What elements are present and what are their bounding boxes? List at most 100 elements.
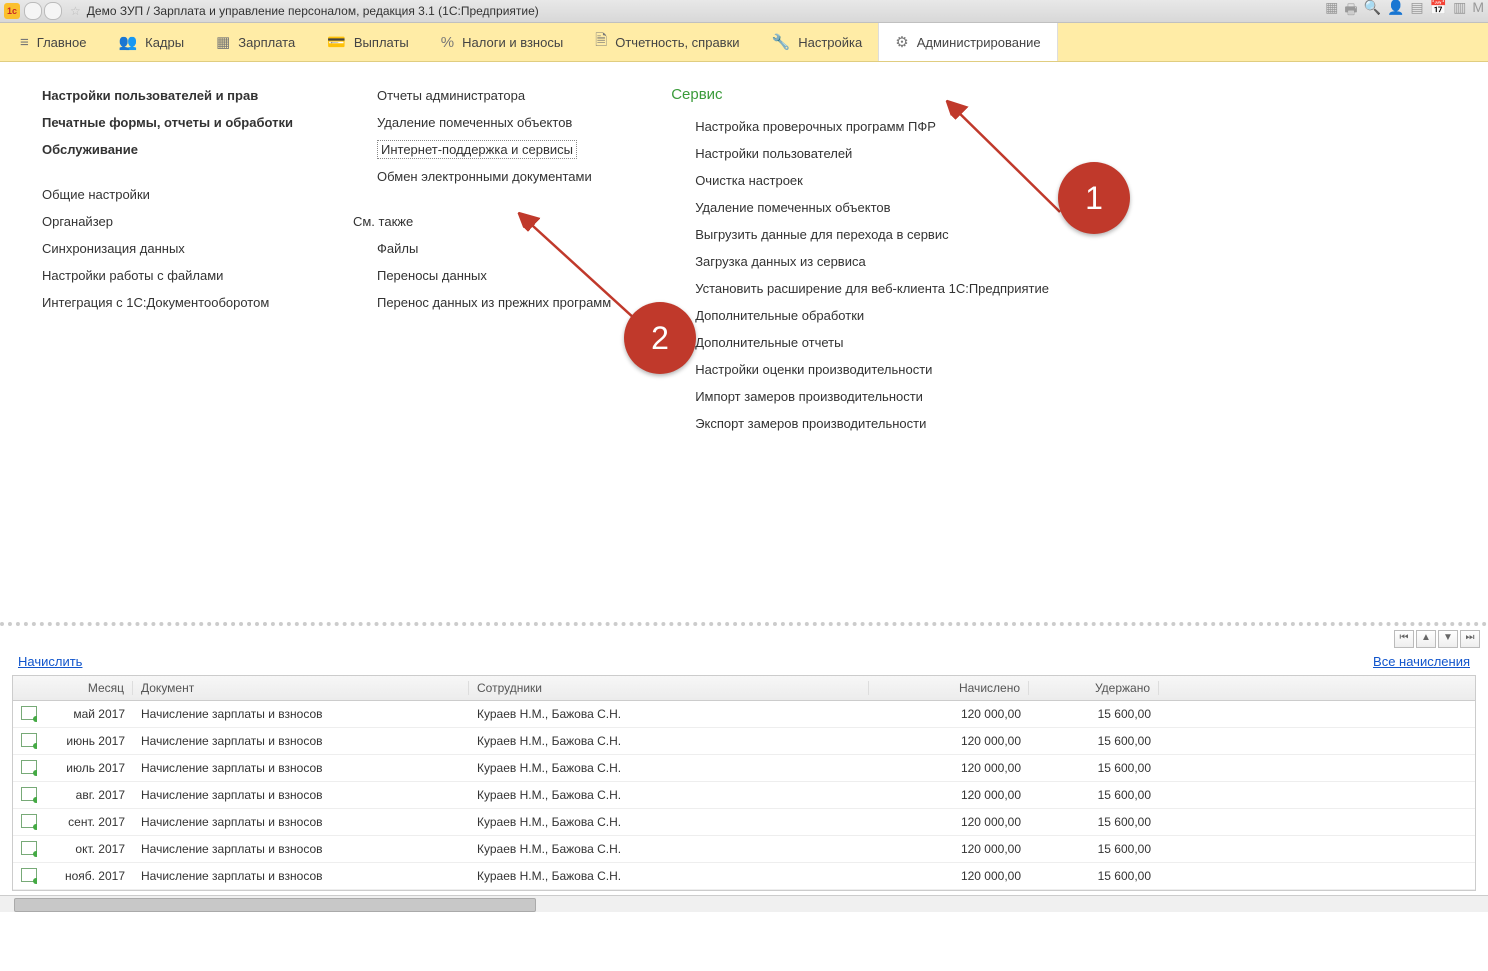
menu-admin[interactable]: ⚙Администрирование: [878, 23, 1057, 61]
wallet-icon: 💳: [327, 33, 346, 51]
cell-acc: 120 000,00: [869, 734, 1029, 748]
print-icon[interactable]: 🖶: [1344, 0, 1357, 23]
nav-back-button[interactable]: [24, 2, 42, 20]
accrue-link[interactable]: Начислить: [18, 654, 82, 669]
link-add-rep[interactable]: Дополнительные отчеты: [671, 333, 1049, 352]
cell-doc: Начисление зарплаты и взносов: [133, 842, 469, 856]
col-emp[interactable]: Сотрудники: [469, 681, 869, 695]
cell-emp: Кураев Н.М., Бажова С.Н.: [469, 734, 869, 748]
wrench-icon: 🔧: [772, 33, 791, 51]
cell-month: авг. 2017: [37, 788, 133, 802]
calc-icon[interactable]: ▤: [1410, 0, 1423, 23]
bottom-panel: ⏮ ▲ ▼ ⏭ Начислить Все начисления Месяц Д…: [0, 626, 1488, 912]
table-row[interactable]: июль 2017Начисление зарплаты и взносовКу…: [13, 755, 1475, 782]
posted-icon: [21, 733, 37, 747]
posted-icon: [21, 868, 37, 882]
menu-setup[interactable]: 🔧Настройка: [756, 23, 879, 61]
annotation-badge-2: 2: [624, 302, 696, 374]
col-month[interactable]: Месяц: [37, 681, 133, 695]
link-files-settings[interactable]: Настройки работы с файлами: [42, 266, 293, 285]
cell-acc: 120 000,00: [869, 788, 1029, 802]
link-organizer[interactable]: Органайзер: [42, 212, 293, 231]
table-row[interactable]: сент. 2017Начисление зарплаты и взносовК…: [13, 809, 1475, 836]
help-icon[interactable]: ▥: [1453, 0, 1466, 23]
cell-emp: Кураев Н.М., Бажова С.Н.: [469, 761, 869, 775]
menu-hr[interactable]: 👥Кадры: [102, 23, 200, 61]
gear-icon: ⚙: [895, 33, 908, 51]
link-general[interactable]: Общие настройки: [42, 185, 293, 204]
posted-icon: [21, 760, 37, 774]
cell-ded: 15 600,00: [1029, 788, 1159, 802]
menu-reports[interactable]: 🗎Отчетность, справки: [579, 23, 755, 61]
menu-hamburger[interactable]: ≡Главное: [4, 23, 102, 61]
table-row[interactable]: нояб. 2017Начисление зарплаты и взносовК…: [13, 863, 1475, 890]
cell-acc: 120 000,00: [869, 842, 1029, 856]
preview-icon[interactable]: 🔍: [1364, 0, 1381, 23]
col-ded[interactable]: Удержано: [1029, 681, 1159, 695]
posted-icon: [21, 787, 37, 801]
posted-icon: [21, 841, 37, 855]
doc-icon: 🗎: [595, 30, 607, 55]
table-row[interactable]: июнь 2017Начисление зарплаты и взносовКу…: [13, 728, 1475, 755]
cell-emp: Кураев Н.М., Бажова С.Н.: [469, 815, 869, 829]
nav-fwd-button[interactable]: [44, 2, 62, 20]
link-perf-settings[interactable]: Настройки оценки производительности: [671, 360, 1049, 379]
panel-up-button[interactable]: ▲: [1416, 630, 1436, 648]
calendar-icon[interactable]: 📅: [1430, 0, 1447, 23]
user-icon[interactable]: 👤: [1387, 0, 1404, 23]
cell-month: июнь 2017: [37, 734, 133, 748]
cell-acc: 120 000,00: [869, 761, 1029, 775]
link-users-rights[interactable]: Настройки пользователей и прав: [42, 86, 293, 105]
link-docflow[interactable]: Интеграция с 1С:Документооборотом: [42, 293, 293, 312]
calc2-icon: ▦: [216, 33, 230, 51]
window-title: Демо ЗУП / Зарплата и управление персона…: [87, 4, 539, 18]
link-maintenance[interactable]: Обслуживание: [42, 140, 293, 159]
cell-doc: Начисление зарплаты и взносов: [133, 734, 469, 748]
link-add-proc[interactable]: Дополнительные обработки: [671, 306, 1049, 325]
favorite-icon[interactable]: ☆: [70, 4, 81, 18]
cell-doc: Начисление зарплаты и взносов: [133, 788, 469, 802]
posted-icon: [21, 706, 37, 720]
horizontal-scrollbar[interactable]: [0, 895, 1488, 912]
cell-emp: Кураев Н.М., Бажова С.Н.: [469, 707, 869, 721]
menu-salary-label: Зарплата: [238, 35, 295, 50]
cell-emp: Кураев Н.М., Бажова С.Н.: [469, 869, 869, 883]
menu-salary[interactable]: ▦ Зарплата: [200, 23, 311, 61]
cell-month: май 2017: [37, 707, 133, 721]
panel-last-button[interactable]: ⏭: [1460, 630, 1480, 648]
cell-emp: Кураев Н.М., Бажова С.Н.: [469, 842, 869, 856]
menu-main-label: Главное: [37, 35, 87, 50]
all-accruals-link[interactable]: Все начисления: [1373, 654, 1470, 669]
table-row[interactable]: май 2017Начисление зарплаты и взносовКур…: [13, 701, 1475, 728]
table-row[interactable]: окт. 2017Начисление зарплаты и взносовКу…: [13, 836, 1475, 863]
panel-first-button[interactable]: ⏮: [1394, 630, 1414, 648]
posted-icon: [21, 814, 37, 828]
link-perf-import[interactable]: Импорт замеров производительности: [671, 387, 1049, 406]
section-bar: ≡Главное 👥Кадры ▦ Зарплата 💳Выплаты %Нало…: [0, 23, 1488, 62]
menu-payments[interactable]: 💳Выплаты: [311, 23, 425, 61]
cell-acc: 120 000,00: [869, 869, 1029, 883]
cell-month: июль 2017: [37, 761, 133, 775]
table-row[interactable]: авг. 2017Начисление зарплаты и взносовКу…: [13, 782, 1475, 809]
cell-ded: 15 600,00: [1029, 761, 1159, 775]
cell-emp: Кураев Н.М., Бажова С.Н.: [469, 788, 869, 802]
cell-doc: Начисление зарплаты и взносов: [133, 761, 469, 775]
people-icon: 👥: [118, 33, 137, 51]
link-sync[interactable]: Синхронизация данных: [42, 239, 293, 258]
link-perf-export[interactable]: Экспорт замеров производительности: [671, 414, 1049, 433]
cell-ded: 15 600,00: [1029, 869, 1159, 883]
admin-workspace: Настройки пользователей и прав Печатные …: [0, 62, 1488, 626]
panel-down-button[interactable]: ▼: [1438, 630, 1458, 648]
cell-acc: 120 000,00: [869, 707, 1029, 721]
panel-controls: ⏮ ▲ ▼ ⏭: [0, 626, 1488, 652]
col-doc[interactable]: Документ: [133, 681, 469, 695]
menu-taxes[interactable]: %Налоги и взносы: [425, 23, 579, 61]
link-print-forms[interactable]: Печатные формы, отчеты и обработки: [42, 113, 293, 132]
m-icon[interactable]: M: [1472, 0, 1484, 23]
cell-ded: 15 600,00: [1029, 842, 1159, 856]
cell-doc: Начисление зарплаты и взносов: [133, 707, 469, 721]
col-acc[interactable]: Начислено: [869, 681, 1029, 695]
cell-month: нояб. 2017: [37, 869, 133, 883]
save-icon[interactable]: ▦: [1325, 0, 1338, 23]
cell-acc: 120 000,00: [869, 815, 1029, 829]
